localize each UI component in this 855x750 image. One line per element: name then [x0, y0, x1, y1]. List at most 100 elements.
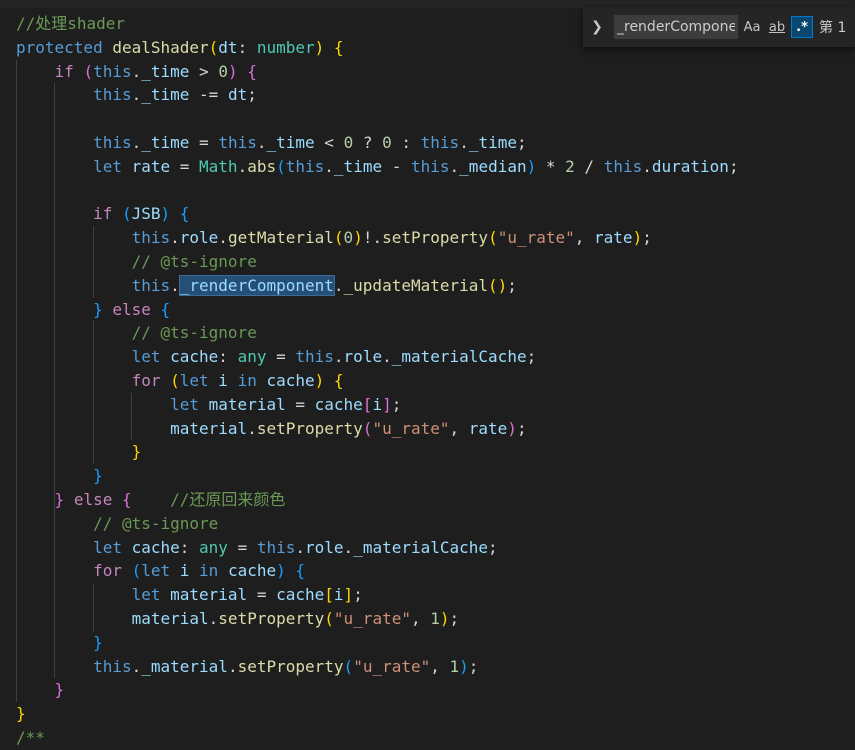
code-token: else [112, 299, 161, 319]
code-line[interactable]: for (let i in cache) { [16, 559, 305, 583]
code-line[interactable]: } else { [16, 298, 170, 322]
code-token: = [285, 394, 315, 414]
code-line[interactable]: let rate = Math.abs(this._time - this._m… [16, 155, 739, 179]
code-token: ( [170, 371, 180, 390]
code-token: this [93, 133, 132, 152]
code-token: . [131, 656, 142, 676]
code-token: . [247, 418, 257, 438]
code-line[interactable]: } [16, 464, 103, 488]
code-line[interactable]: this._renderComponent._updateMaterial(); [16, 274, 517, 298]
code-line[interactable]: //处理shader [16, 12, 125, 36]
match-whole-word-button[interactable]: ab [766, 16, 788, 38]
code-token: _material [141, 656, 228, 676]
code-token: any [237, 347, 267, 367]
code-line[interactable]: material.setProperty("u_rate", 1); [16, 607, 460, 631]
code-token: let [141, 561, 180, 581]
code-line[interactable]: this._time -= dt; [16, 83, 257, 107]
code-token: role [179, 228, 219, 248]
code-line[interactable]: this.role.getMaterial(0)!.setProperty("u… [16, 226, 652, 250]
code-token: ; [507, 275, 517, 295]
code-line[interactable]: this._time = this._time < 0 ? 0 : this._… [16, 131, 527, 155]
code-token: ) [353, 228, 363, 248]
code-token: . [227, 656, 238, 676]
code-token: 0 [343, 133, 354, 152]
code-line[interactable]: if (this._time > 0) { [16, 60, 257, 84]
code-line[interactable]: // @ts-ignore [16, 512, 218, 536]
code-token: i [372, 394, 383, 414]
code-token: rate [131, 156, 171, 176]
code-line[interactable]: let material = cache[i]; [16, 583, 363, 607]
code-line[interactable]: let material = cache[i]; [16, 393, 401, 417]
code-token: . [324, 156, 334, 176]
code-token: [ [324, 585, 334, 605]
code-token: . [295, 537, 306, 557]
code-line[interactable]: protected dealShader(dt: number) { [16, 36, 344, 60]
code-token: = [227, 537, 257, 557]
code-token: . [131, 85, 142, 105]
code-token: else [73, 490, 122, 509]
code-line[interactable]: let cache: any = this.role._materialCach… [16, 536, 498, 560]
code-token: role [305, 537, 344, 557]
code-token: // @ts-ignore [131, 252, 257, 271]
code-line[interactable]: // @ts-ignore [16, 250, 257, 274]
code-token: ; [526, 347, 537, 367]
code-token: [ [362, 394, 373, 414]
code-token: if [54, 61, 84, 81]
code-token: . [131, 61, 142, 81]
code-token: material [131, 609, 209, 628]
code-token: this [603, 156, 643, 176]
code-line[interactable]: let cache: any = this.role._materialCach… [16, 345, 537, 369]
use-regex-button[interactable]: .* [791, 16, 813, 38]
toggle-replace-icon[interactable]: ❯ [588, 7, 606, 47]
code-token: // @ts-ignore [93, 513, 219, 533]
code-token: let [179, 371, 219, 390]
code-line[interactable]: } else { //还原回来颜色 [16, 488, 286, 512]
code-line[interactable]: this._material.setProperty("u_rate", 1); [16, 655, 478, 679]
code-token: ) [227, 61, 238, 81]
code-token: ; [488, 537, 498, 557]
code-token: , [430, 656, 450, 676]
code-token: JSB [131, 204, 161, 224]
code-token: 0 [382, 133, 392, 152]
code-token: _updateMaterial [343, 275, 489, 295]
code-line[interactable]: } [16, 631, 103, 655]
code-line[interactable]: /** [16, 726, 45, 750]
code-line[interactable]: } [16, 440, 142, 464]
code-line[interactable]: } [16, 702, 26, 726]
code-token: = [189, 133, 219, 152]
code-token: . [459, 133, 469, 152]
code-token: _materialCache [353, 537, 489, 557]
code-token: ( [343, 656, 354, 676]
code-token: this [218, 133, 257, 152]
code-token: material [170, 585, 248, 605]
find-input[interactable] [614, 15, 738, 39]
code-token: ) [439, 609, 450, 628]
code-line[interactable]: for (let i in cache) { [16, 369, 344, 393]
code-line[interactable]: if (JSB) { [16, 202, 189, 226]
code-token: this [93, 85, 132, 105]
code-editor[interactable]: //处理shader protected dealShader(dt: numbe… [0, 12, 855, 747]
code-token: { [295, 561, 306, 581]
code-line[interactable]: material.setProperty("u_rate", rate); [16, 417, 526, 441]
code-token: ( [131, 561, 142, 581]
code-token: ( [276, 156, 286, 176]
code-token: , [574, 228, 595, 248]
code-line[interactable]: } [16, 678, 65, 702]
code-token: 0 [343, 228, 354, 248]
match-case-button[interactable]: Aa [741, 16, 763, 38]
code-token: > [189, 61, 219, 81]
code-line[interactable]: // @ts-ignore [16, 321, 257, 345]
code-token: Math [199, 156, 238, 176]
code-token: ) [314, 371, 325, 390]
